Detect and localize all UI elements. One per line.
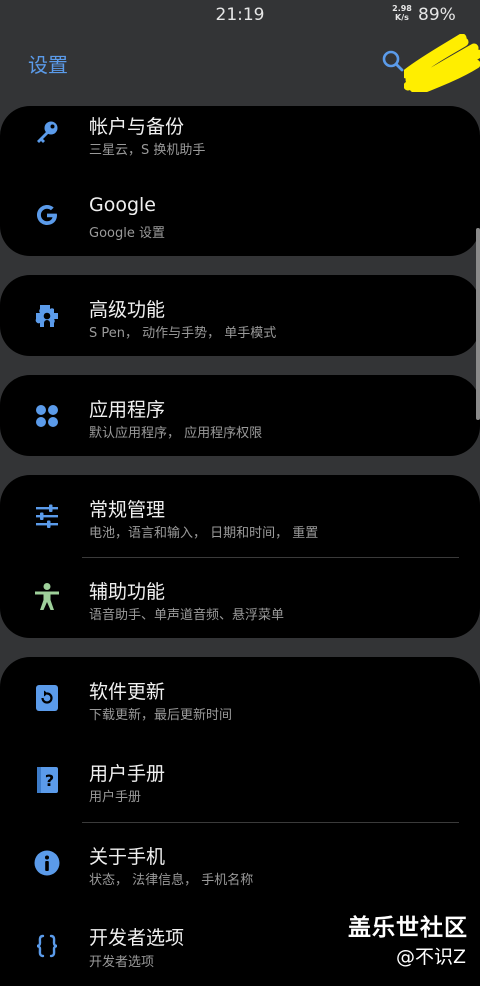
network-speed-unit: K/s <box>395 13 409 22</box>
apps-grid-icon <box>32 401 62 431</box>
item-title: 开发者选项 <box>89 927 185 949</box>
item-title: 应用程序 <box>89 399 166 421</box>
puzzle-gear-icon <box>32 301 62 331</box>
card-group-general: 常规管理 电池，语言和输入， 日期和时间， 重置 辅助功能 语音助手、单声道音频… <box>0 475 480 638</box>
card-group-apps: 应用程序 默认应用程序， 应用程序权限 <box>0 375 480 456</box>
status-bar: 21:19 2.98 K/s 89% <box>0 0 480 30</box>
item-subtitle: 下载更新，最后更新时间 <box>89 708 233 723</box>
settings-item-accounts-backup[interactable]: 帐户与备份 三星云，S 换机助手 <box>0 106 480 188</box>
network-speed-value: 2.98 <box>392 4 412 13</box>
scrollbar[interactable] <box>476 228 480 420</box>
key-icon <box>32 118 62 148</box>
developer-braces-icon <box>32 931 62 961</box>
settings-screen: 21:19 2.98 K/s 89% 设置 帐户与备份 三星云，S 换机助手 G… <box>0 0 480 986</box>
svg-text:?: ? <box>45 771 54 790</box>
watermark-community: 盖乐世社区 <box>348 915 468 941</box>
settings-item-advanced-features[interactable]: 高级功能 S Pen， 动作与手势， 单手模式 <box>0 275 480 356</box>
card-group-advanced: 高级功能 S Pen， 动作与手势， 单手模式 <box>0 275 480 356</box>
item-subtitle: S Pen， 动作与手势， 单手模式 <box>89 326 277 341</box>
item-subtitle: 开发者选项 <box>89 955 155 970</box>
settings-item-general-management[interactable]: 常规管理 电池，语言和输入， 日期和时间， 重置 <box>0 475 480 557</box>
item-title: 常规管理 <box>89 499 166 521</box>
card-group-accounts: 帐户与备份 三星云，S 换机助手 Google Google 设置 <box>0 106 480 256</box>
settings-item-software-update[interactable]: 软件更新 下载更新，最后更新时间 <box>0 657 480 739</box>
manual-icon: ? <box>32 765 62 795</box>
item-title: 软件更新 <box>89 681 166 703</box>
network-speed: 2.98 K/s <box>388 4 416 22</box>
watermark-user: @不识Z <box>396 946 467 968</box>
settings-item-applications[interactable]: 应用程序 默认应用程序， 应用程序权限 <box>0 375 480 456</box>
search-icon <box>382 50 404 72</box>
item-subtitle: 语音助手、单声道音频、悬浮菜单 <box>89 608 285 623</box>
page-title: 设置 <box>28 53 68 77</box>
item-title: Google <box>89 194 157 216</box>
item-subtitle: 三星云，S 换机助手 <box>89 143 206 158</box>
item-title: 用户手册 <box>89 763 166 785</box>
settings-item-accessibility[interactable]: 辅助功能 语音助手、单声道音频、悬浮菜单 <box>0 558 480 638</box>
item-subtitle: Google 设置 <box>89 226 165 241</box>
battery-level: 89% <box>418 5 456 25</box>
item-title: 帐户与备份 <box>89 116 185 138</box>
accessibility-icon <box>32 582 62 612</box>
search-button[interactable] <box>380 48 406 74</box>
item-subtitle: 电池，语言和输入， 日期和时间， 重置 <box>89 526 319 541</box>
item-title: 辅助功能 <box>89 581 166 603</box>
item-title: 高级功能 <box>89 299 166 321</box>
google-icon <box>32 200 62 230</box>
item-title: 关于手机 <box>89 846 166 868</box>
item-subtitle: 默认应用程序， 应用程序权限 <box>89 426 263 441</box>
sliders-icon <box>32 501 62 531</box>
yellow-scribble-overlay <box>404 34 480 92</box>
update-icon <box>32 683 62 713</box>
info-icon <box>32 848 62 878</box>
item-subtitle: 状态， 法律信息， 手机名称 <box>89 873 254 888</box>
settings-item-google[interactable]: Google Google 设置 <box>0 188 480 256</box>
settings-item-about-phone[interactable]: 关于手机 状态， 法律信息， 手机名称 <box>0 823 480 905</box>
item-subtitle: 用户手册 <box>89 790 142 805</box>
settings-item-user-manual[interactable]: ? 用户手册 用户手册 <box>0 739 480 821</box>
